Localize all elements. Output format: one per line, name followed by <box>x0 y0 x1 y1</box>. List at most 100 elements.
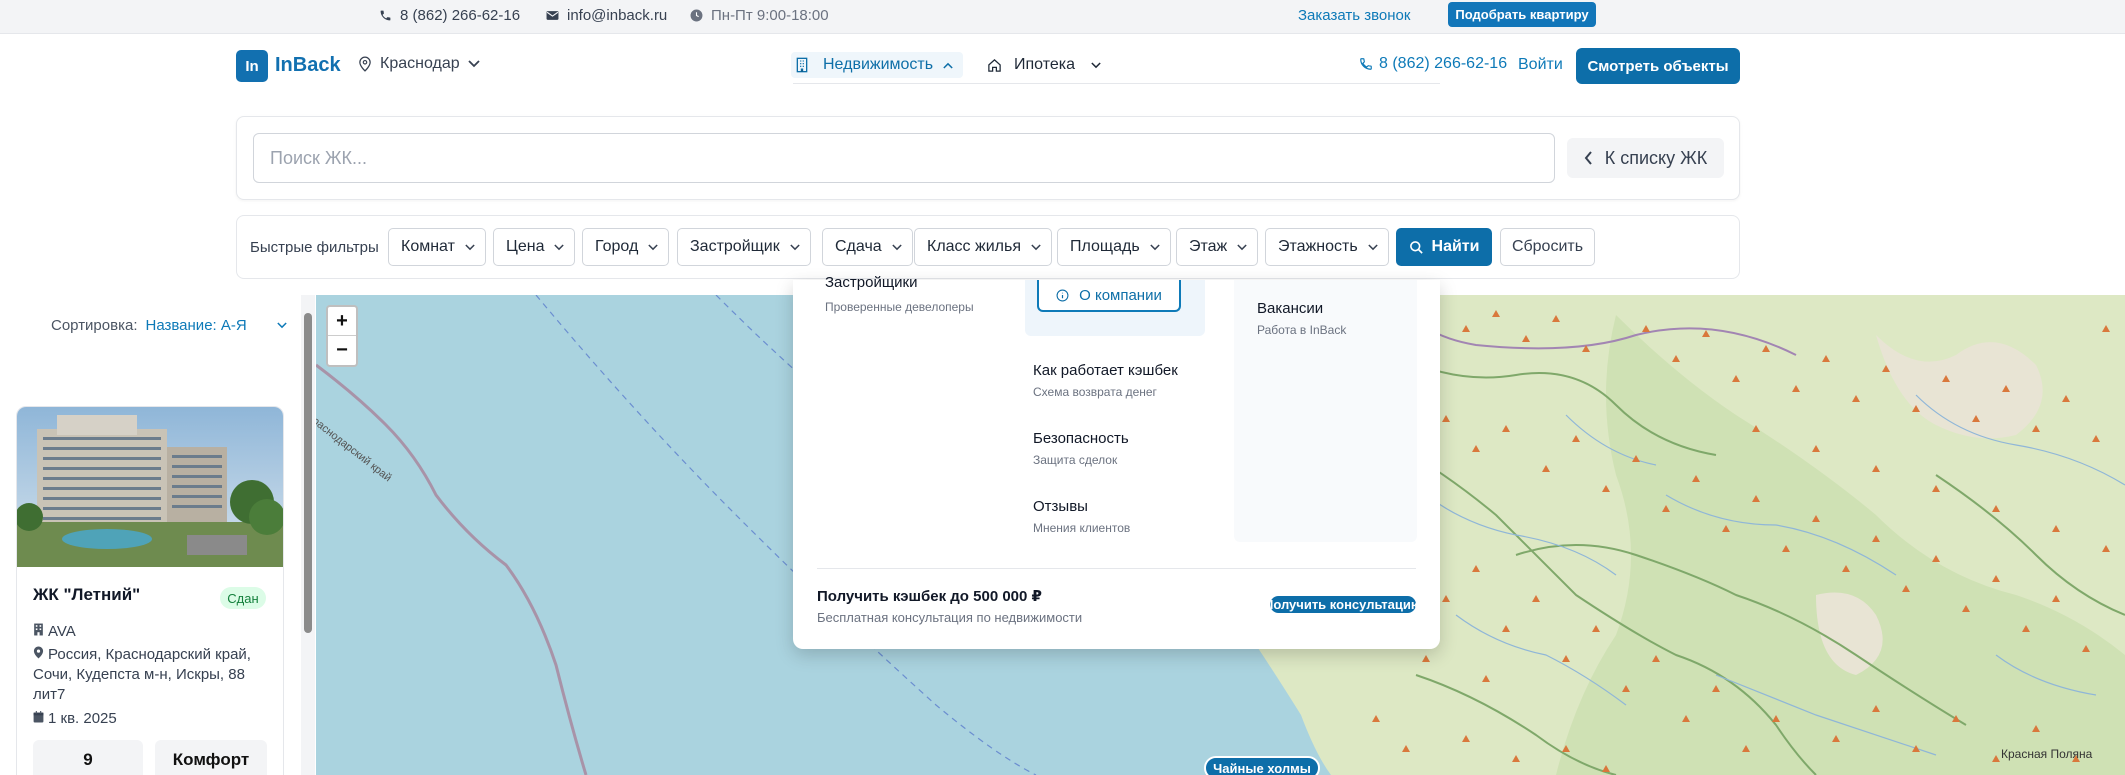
menu-vacancies-sub: Работа в InBack <box>1257 323 1347 337</box>
menu-vacancies-title[interactable]: Вакансии <box>1257 300 1323 317</box>
reset-button[interactable]: Сбросить <box>1500 228 1595 266</box>
nav-realty[interactable]: Недвижимость <box>791 52 963 78</box>
menu-security-title[interactable]: Безопасность <box>1033 430 1129 447</box>
complex-card[interactable]: ЖК "Летний" Сдан AVA Россия, Краснодарск… <box>16 406 284 775</box>
developer-line: AVA <box>33 622 273 642</box>
sort-label: Сортировка: <box>51 317 138 334</box>
filter-area[interactable]: Площадь <box>1057 228 1171 266</box>
menu-cashback-title[interactable]: Как работает кэшбек <box>1033 362 1178 379</box>
login-link[interactable]: Войти <box>1518 56 1563 74</box>
dropdown-right-column <box>1234 280 1417 542</box>
about-company-label: О компании <box>1079 286 1162 304</box>
menu-cashback-sub: Схема возврата денег <box>1033 385 1157 399</box>
chevron-down-icon <box>277 322 287 329</box>
topbar-phone-text: 8 (862) 266-62-16 <box>400 6 521 24</box>
filter-label: Цена <box>506 238 545 255</box>
view-objects-button[interactable]: Смотреть объекты <box>1576 48 1740 84</box>
menu-reviews-title[interactable]: Отзывы <box>1033 498 1088 515</box>
get-consultation-button[interactable]: Получить консультацию <box>1270 596 1416 613</box>
map-town-label: Красная Поляна <box>2001 747 2093 761</box>
scrollbar-thumb[interactable] <box>304 313 312 633</box>
menu-reviews-sub: Мнения клиентов <box>1033 521 1131 535</box>
search-icon <box>1409 240 1423 254</box>
dropdown-top-divider <box>793 83 1440 84</box>
pick-apartment-button[interactable]: Подобрать квартиру <box>1448 2 1596 27</box>
header-phone-text: 8 (862) 266-62-16 <box>1379 55 1508 72</box>
map-pin-icon <box>33 646 44 659</box>
dropdown-divider <box>817 568 1416 569</box>
filter-price[interactable]: Цена <box>493 228 576 266</box>
menu-developers-sub: Проверенные девелоперы <box>825 300 974 314</box>
filter-label: Этаж <box>1189 238 1228 255</box>
clock-icon <box>690 9 703 21</box>
topbar-hours: Пн-Пт 9:00-18:00 <box>690 0 829 30</box>
filter-label: Комнат <box>401 238 455 255</box>
chevron-down-icon <box>1237 243 1247 250</box>
filter-floor[interactable]: Этаж <box>1176 228 1259 266</box>
phone-icon <box>380 10 391 20</box>
chevron-down-icon <box>1367 243 1378 250</box>
zoom-out-button[interactable]: − <box>328 336 356 365</box>
filter-rooms[interactable]: Комнат <box>388 228 486 266</box>
city-selector[interactable]: Краснодар <box>358 55 480 73</box>
chevron-up-icon <box>943 62 953 69</box>
filter-housing-class[interactable]: Класс жилья <box>914 228 1052 266</box>
topbar-email-text: info@inback.ru <box>567 6 668 24</box>
back-to-list-button[interactable]: К списку ЖК <box>1567 138 1724 178</box>
chevron-down-icon <box>790 243 800 250</box>
complex-title[interactable]: ЖК "Летний" <box>33 585 140 605</box>
chevron-down-icon <box>554 243 565 250</box>
topbar-email[interactable]: info@inback.ru <box>546 0 667 30</box>
about-company-button[interactable]: О компании <box>1037 280 1181 312</box>
filter-label: Застройщик <box>690 238 780 255</box>
logo-text[interactable]: InBack <box>275 54 341 77</box>
nav-mortgage-label: Ипотека <box>1014 56 1076 73</box>
developer-name: AVA <box>48 623 76 640</box>
menu-security-sub: Защита сделок <box>1033 453 1118 467</box>
search-input[interactable] <box>253 133 1555 183</box>
quick-filters: Быстрые фильтры Комнат Цена Город Застро… <box>236 215 1740 279</box>
chevron-down-icon <box>648 243 658 250</box>
phone-icon <box>1360 58 1372 70</box>
zoom-control: + − <box>326 305 358 367</box>
zoom-in-button[interactable]: + <box>328 307 356 336</box>
filter-label: Площадь <box>1070 238 1140 255</box>
completion-date: 1 кв. 2025 <box>48 710 117 727</box>
filter-city[interactable]: Город <box>582 228 670 266</box>
find-button[interactable]: Найти <box>1396 228 1492 266</box>
search-panel: К списку ЖК <box>236 116 1740 200</box>
listing-panel: Сортировка: Название: А-Я ЖК "Летний" Сд… <box>0 295 300 775</box>
filter-label: Этажность <box>1278 238 1358 255</box>
logo-mark[interactable]: In <box>236 50 268 82</box>
chevron-down-icon <box>465 243 475 250</box>
filter-floors-count[interactable]: Этажность <box>1265 228 1389 266</box>
city-label: Краснодар <box>380 55 460 72</box>
top-bar: 8 (862) 266-62-16 info@inback.ru Пн-Пт 9… <box>0 0 2125 34</box>
filter-completion[interactable]: Сдача <box>822 228 913 266</box>
filter-label: Класс жилья <box>927 238 1021 255</box>
address-text: Россия, Краснодарский край, Сочи, Кудепс… <box>33 646 251 703</box>
topbar-phone[interactable]: 8 (862) 266-62-16 <box>379 0 520 30</box>
status-badge: Сдан <box>220 587 266 609</box>
chevron-left-icon <box>1584 151 1592 165</box>
listing-scrollbar[interactable] <box>301 295 315 775</box>
map-pin-icon <box>359 56 371 72</box>
home-icon <box>988 58 1001 72</box>
filter-label: Город <box>595 238 639 255</box>
building-icon <box>796 57 808 73</box>
sort-control[interactable]: Сортировка: Название: А-Я <box>51 317 287 334</box>
address-line: Россия, Краснодарский край, Сочи, Кудепс… <box>33 645 273 705</box>
menu-developers-title[interactable]: Застройщики <box>825 274 918 291</box>
filter-developer[interactable]: Застройщик <box>677 228 811 266</box>
header-phone[interactable]: 8 (862) 266-62-16 <box>1359 55 1507 73</box>
completion-line: 1 кв. 2025 <box>33 709 273 729</box>
building-icon <box>34 623 43 636</box>
nav-mortgage[interactable]: Ипотека <box>987 52 1101 78</box>
stat-class: Комфорт <box>155 740 267 775</box>
mail-icon <box>546 10 559 20</box>
realty-dropdown-menu: Застройщики Проверенные девелоперы О ком… <box>793 274 1440 649</box>
callback-link[interactable]: Заказать звонок <box>1298 0 1410 30</box>
complex-photo <box>17 407 283 567</box>
map-complex-marker[interactable]: Чайные холмы <box>1204 756 1320 775</box>
topbar-hours-text: Пн-Пт 9:00-18:00 <box>711 6 829 24</box>
